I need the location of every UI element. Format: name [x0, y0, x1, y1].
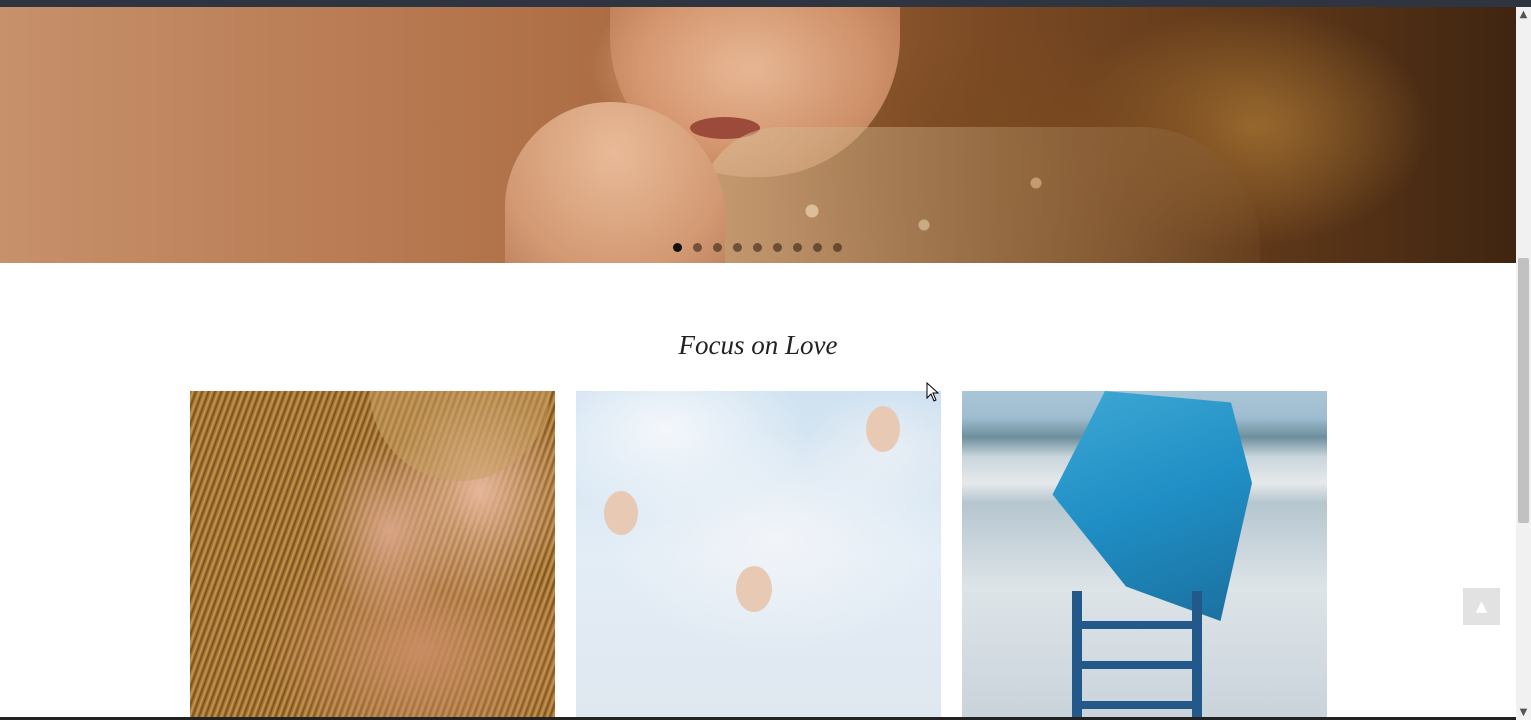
hero-slider[interactable]: [0, 7, 1516, 263]
gallery-image-detail: [604, 491, 638, 535]
arrow-up-icon: ▲: [1475, 597, 1488, 615]
gallery-image-detail: [736, 566, 772, 612]
slider-dot-6[interactable]: [773, 243, 782, 252]
gallery-image-detail: [866, 406, 900, 452]
gallery-image-detail: [1052, 391, 1252, 621]
ladder-rung: [1082, 701, 1192, 709]
gallery-item-3[interactable]: [962, 391, 1327, 720]
slider-dot-8[interactable]: [813, 243, 822, 252]
ladder-rung: [1082, 621, 1192, 629]
slider-dot-4[interactable]: [733, 243, 742, 252]
ladder-rung: [1082, 661, 1192, 669]
slider-dot-7[interactable]: [793, 243, 802, 252]
slider-dot-1[interactable]: [673, 243, 682, 252]
scroll-down-icon[interactable]: ▼: [1516, 705, 1531, 720]
slider-dot-5[interactable]: [753, 243, 762, 252]
browser-top-edge: [0, 0, 1531, 7]
scrollbar-thumb[interactable]: [1518, 258, 1529, 523]
back-to-top-button[interactable]: ▲: [1463, 588, 1500, 625]
scroll-up-icon[interactable]: ▲: [1516, 7, 1531, 22]
ladder-rail: [1192, 591, 1202, 720]
section-title: Focus on Love: [678, 330, 838, 360]
mouse-cursor-icon: [926, 382, 940, 402]
slider-dot-3[interactable]: [713, 243, 722, 252]
gallery-item-1[interactable]: [190, 391, 555, 720]
ladder-rail: [1072, 591, 1082, 720]
slider-dot-2[interactable]: [693, 243, 702, 252]
gallery-item-2[interactable]: [576, 391, 941, 720]
gallery-image-detail: [1072, 591, 1212, 720]
slider-dot-9[interactable]: [833, 243, 842, 252]
slider-pagination: [673, 243, 842, 252]
gallery-image-detail: [370, 391, 550, 481]
